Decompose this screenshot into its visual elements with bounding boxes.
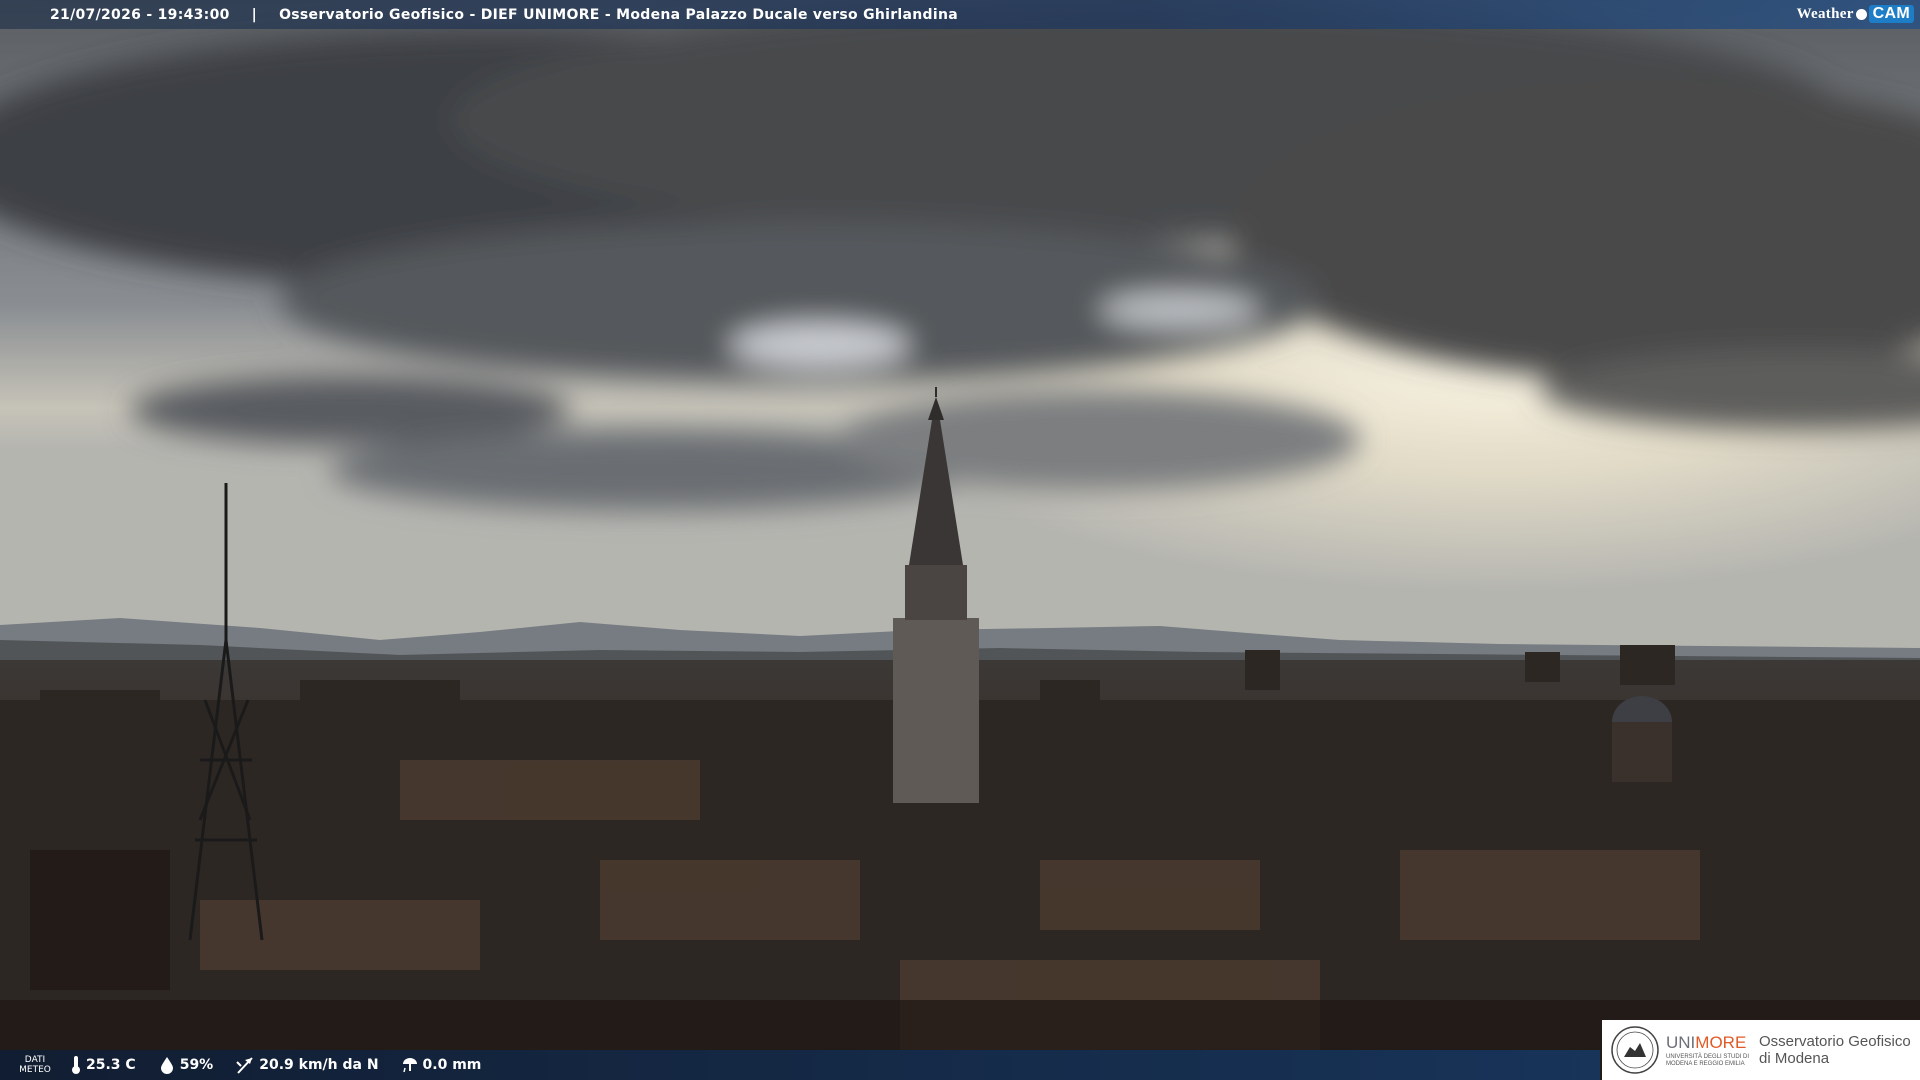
temperature-reading: 25.3 C — [70, 1055, 136, 1075]
rain-reading: 0.0 mm — [401, 1056, 481, 1074]
webcam-caption: Osservatorio Geofisico - DIEF UNIMORE - … — [279, 6, 958, 23]
timestamp: 21/07/2026 - 19:43:00 — [50, 6, 230, 23]
observatory-name: Osservatorio Geofisico di Modena — [1759, 1033, 1911, 1067]
webcam-frame: 21/07/2026 - 19:43:00 | Osservatorio Geo… — [0, 0, 1920, 1080]
rain-gauge-icon — [402, 1058, 417, 1073]
unimore-seal-icon — [1611, 1026, 1659, 1074]
unimore-logo-box: UNIMORE UNIVERSITÀ DEGLI STUDI DI MODENA… — [1602, 1020, 1920, 1080]
webcam-image — [0, 0, 1920, 1080]
weathercam-dot-icon — [1855, 8, 1867, 20]
weathercam-logo: Weather CAM — [1797, 3, 1914, 25]
weather-data-label: DATI METEO — [19, 1055, 51, 1075]
unimore-name: UNIMORE UNIVERSITÀ DEGLI STUDI DI MODENA… — [1666, 1032, 1750, 1067]
weather-data-bar: DATI METEO 25.3 C 59% 20.9 km/h da N 0.0… — [0, 1050, 1600, 1080]
humidity-drop-icon — [160, 1057, 173, 1074]
thermometer-icon — [72, 1056, 80, 1074]
wind-vane-icon — [236, 1057, 253, 1074]
humidity-reading: 59% — [158, 1056, 213, 1074]
webcam-caption-bar: 21/07/2026 - 19:43:00 | Osservatorio Geo… — [0, 0, 1920, 29]
wind-reading: 20.9 km/h da N — [235, 1056, 379, 1074]
caption-separator: | — [251, 6, 258, 23]
